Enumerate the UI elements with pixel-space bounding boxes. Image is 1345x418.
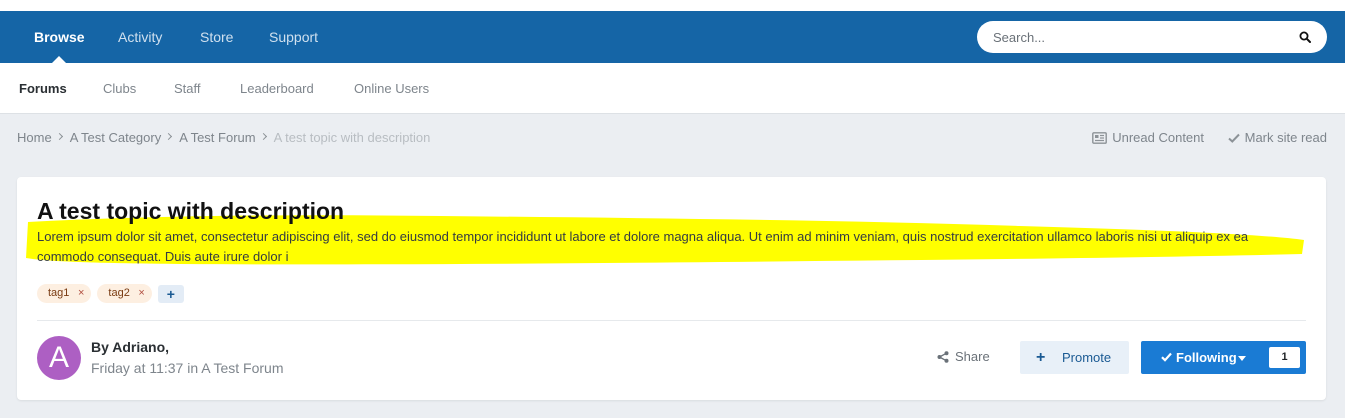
share-icon: [937, 350, 949, 363]
check-icon: [1161, 352, 1172, 362]
topic-title: A test topic with description: [37, 198, 345, 224]
tag-item[interactable]: tag1 ×: [37, 284, 92, 303]
active-nav-caret: [52, 56, 66, 63]
nav-activity[interactable]: Activity: [118, 11, 162, 63]
newspaper-icon: [1092, 131, 1108, 144]
search-box: [977, 21, 1327, 53]
breadcrumb-home[interactable]: Home: [17, 130, 52, 145]
check-icon: [1227, 133, 1240, 143]
promote-button[interactable]: + Promote: [1020, 341, 1129, 374]
breadcrumb-forum[interactable]: A Test Forum: [179, 130, 255, 145]
nav-support[interactable]: Support: [269, 11, 318, 63]
remove-tag-icon[interactable]: ×: [78, 284, 84, 303]
share-button[interactable]: Share: [937, 349, 990, 367]
subnav-clubs[interactable]: Clubs: [103, 63, 136, 114]
follower-count[interactable]: 1: [1269, 347, 1300, 368]
in-label: in: [187, 360, 199, 376]
mark-site-read-link[interactable]: Mark site read: [1227, 130, 1327, 146]
forum-link[interactable]: A Test Forum: [201, 360, 283, 376]
subnav-leaderboard[interactable]: Leaderboard: [240, 63, 314, 114]
breadcrumb-current: A test topic with description: [273, 130, 431, 146]
top-strip: [0, 0, 1345, 11]
author-line[interactable]: By Adriano,: [91, 339, 169, 355]
main-navbar: Browse Activity Store Support: [0, 11, 1345, 63]
nav-store[interactable]: Store: [200, 11, 233, 63]
sub-navbar: Forums Clubs Staff Leaderboard Online Us…: [0, 63, 1345, 114]
post-time: Friday at 11:37: [91, 360, 184, 376]
subnav-forums[interactable]: Forums: [19, 63, 67, 114]
tag-item[interactable]: tag2 ×: [97, 284, 152, 303]
breadcrumb-category[interactable]: A Test Category: [70, 130, 162, 145]
caret-down-icon: [1238, 356, 1246, 361]
divider: [37, 320, 1306, 321]
chevron-right-icon: [259, 133, 267, 141]
tag-label: tag1: [48, 287, 70, 299]
search-icon[interactable]: [1299, 31, 1311, 43]
search-input[interactable]: [993, 21, 1283, 53]
subnav-online-users[interactable]: Online Users: [354, 63, 429, 114]
topic-description: Lorem ipsum dolor sit amet, consectetur …: [37, 229, 1249, 264]
breadcrumb: Home A Test Category A Test Forum A test to…: [17, 129, 430, 145]
chevron-right-icon: [55, 133, 63, 141]
topic-header-card: A test topic with description Lorem ipsu…: [17, 177, 1326, 400]
following-label: Following: [1176, 350, 1237, 365]
topic-meta: Friday at 11:37 in A Test Forum: [91, 360, 284, 376]
tag-label: tag2: [108, 287, 130, 299]
tag-list: tag1 × tag2 × +: [37, 284, 184, 304]
share-label: Share: [955, 349, 990, 364]
chevron-right-icon: [165, 133, 173, 141]
remove-tag-icon[interactable]: ×: [138, 284, 144, 303]
subnav-staff[interactable]: Staff: [174, 63, 201, 114]
unread-content-label: Unread Content: [1112, 130, 1204, 146]
plus-icon: +: [1036, 349, 1046, 366]
following-button[interactable]: Following 1: [1141, 341, 1306, 374]
promote-label: Promote: [1062, 350, 1112, 365]
breadcrumb-actions: Unread Content Mark site read: [1072, 129, 1327, 145]
mark-site-read-label: Mark site read: [1244, 130, 1327, 146]
avatar[interactable]: A: [37, 336, 81, 380]
unread-content-link[interactable]: Unread Content: [1092, 130, 1204, 145]
add-tag-button[interactable]: +: [157, 284, 184, 303]
